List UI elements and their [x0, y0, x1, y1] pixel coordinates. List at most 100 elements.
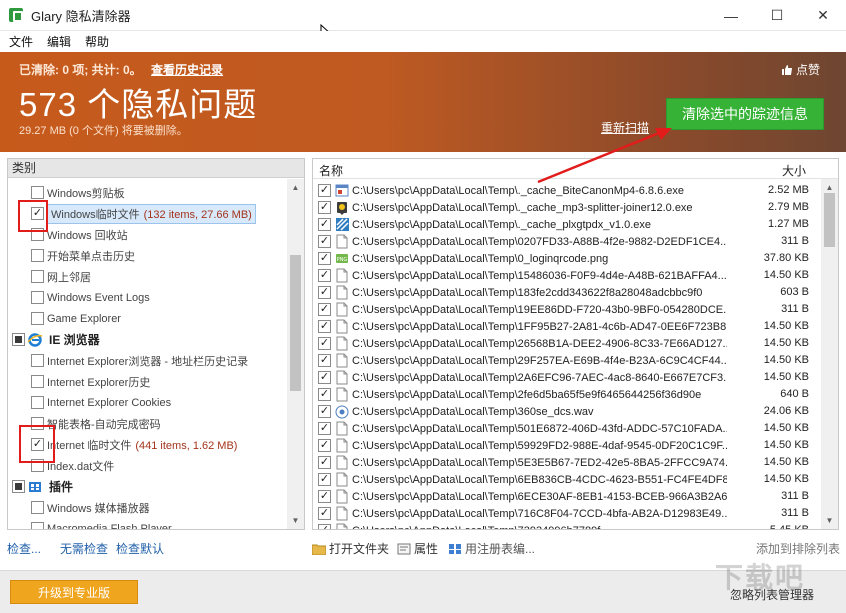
file-row[interactable]: C:\Users\pc\AppData\Local\Temp\2A6EFC96-… — [313, 369, 821, 386]
category-checkbox[interactable] — [31, 270, 44, 283]
scroll-down-icon[interactable]: ▼ — [291, 516, 300, 525]
file-row[interactable]: C:\Users\pc\AppData\Local\Temp\1FF95B27-… — [313, 318, 821, 335]
file-checkbox[interactable] — [318, 269, 331, 282]
rescan-link[interactable]: 重新扫描 — [601, 119, 649, 136]
file-checkbox[interactable] — [318, 184, 331, 197]
file-row[interactable]: C:\Users\pc\AppData\Local\Temp\716C8F04-… — [313, 505, 821, 522]
category-checkbox[interactable] — [31, 312, 44, 325]
category-scroll-thumb[interactable] — [290, 255, 301, 391]
category-item[interactable]: 网上邻居 — [8, 266, 288, 287]
file-row[interactable]: C:\Users\pc\AppData\Local\Temp\5E3E5B67-… — [313, 454, 821, 471]
category-item[interactable]: Internet Explorer Cookies — [8, 392, 288, 413]
maximize-button[interactable]: ☐ — [754, 0, 800, 31]
file-checkbox[interactable] — [318, 286, 331, 299]
close-button[interactable]: ✕ — [800, 0, 846, 31]
no-check-link[interactable]: 无需检查 — [60, 540, 108, 557]
file-path: C:\Users\pc\AppData\Local\Temp\183fe2cdd… — [352, 286, 703, 299]
file-row[interactable]: C:\Users\pc\AppData\Local\Temp\29F257EA-… — [313, 352, 821, 369]
add-to-exclude-link[interactable]: 添加到排除列表 — [756, 540, 840, 557]
category-item[interactable]: Game Explorer — [8, 308, 288, 329]
like-button[interactable]: 点赞 — [781, 61, 820, 78]
category-checkbox[interactable] — [31, 291, 44, 304]
column-name[interactable]: 名称 — [319, 162, 343, 179]
category-checkbox[interactable] — [31, 522, 44, 529]
category-checkbox[interactable] — [12, 480, 25, 493]
menu-file[interactable]: 文件 — [0, 33, 40, 50]
file-row[interactable]: PNG C:\Users\pc\AppData\Local\Temp\0_logi… — [313, 250, 821, 267]
category-item[interactable]: Windows 回收站 — [8, 224, 288, 245]
file-checkbox[interactable] — [318, 201, 331, 214]
file-checkbox[interactable] — [318, 405, 331, 418]
menu-edit[interactable]: 编辑 — [40, 33, 78, 50]
category-item[interactable]: Windows剪贴板 — [8, 182, 288, 203]
category-checkbox[interactable] — [31, 375, 44, 388]
category-checkbox[interactable] — [31, 186, 44, 199]
file-checkbox[interactable] — [318, 473, 331, 486]
file-row[interactable]: C:\Users\pc\AppData\Local\Temp\._cache_p… — [313, 216, 821, 233]
category-group[interactable]: 插件 — [8, 476, 288, 497]
file-file-icon — [336, 506, 348, 521]
category-checkbox[interactable] — [12, 333, 25, 346]
scroll-up-icon[interactable]: ▲ — [291, 183, 300, 192]
file-file-icon — [336, 472, 348, 487]
file-row[interactable]: C:\Users\pc\AppData\Local\Temp\6ECE30AF-… — [313, 488, 821, 505]
file-checkbox[interactable] — [318, 524, 331, 529]
category-item[interactable]: Internet Explorer历史 — [8, 371, 288, 392]
file-checkbox[interactable] — [318, 354, 331, 367]
file-checkbox[interactable] — [318, 371, 331, 384]
file-row[interactable]: C:\Users\pc\AppData\Local\Temp\6EB836CB-… — [313, 471, 821, 488]
file-scroll-thumb[interactable] — [824, 193, 835, 247]
file-file-icon — [336, 421, 348, 436]
scroll-up-icon[interactable]: ▲ — [825, 183, 834, 192]
category-item[interactable]: Internet Explorer浏览器 - 地址栏历史记录 — [8, 350, 288, 371]
file-checkbox[interactable] — [318, 490, 331, 503]
category-scrollbar[interactable]: ▲ ▼ — [287, 179, 304, 529]
category-item[interactable]: Windows临时文件(132 items, 27.66 MB) — [8, 203, 288, 224]
file-row[interactable]: C:\Users\pc\AppData\Local\Temp\360se_dcs… — [313, 403, 821, 420]
file-checkbox[interactable] — [318, 439, 331, 452]
clean-selected-button[interactable]: 清除选中的踪迹信息 — [666, 98, 824, 130]
file-row[interactable]: C:\Users\pc\AppData\Local\Temp\._cache_m… — [313, 199, 821, 216]
file-checkbox[interactable] — [318, 252, 331, 265]
file-row[interactable]: C:\Users\pc\AppData\Local\Temp\59929FD2-… — [313, 437, 821, 454]
category-checkbox[interactable] — [31, 249, 44, 262]
category-item[interactable]: 开始菜单点击历史 — [8, 245, 288, 266]
file-checkbox[interactable] — [318, 320, 331, 333]
check-link[interactable]: 检查... — [7, 540, 41, 557]
properties-button[interactable]: 属性 — [397, 540, 438, 557]
file-row[interactable]: C:\Users\pc\AppData\Local\Temp\15486036-… — [313, 267, 821, 284]
scroll-down-icon[interactable]: ▼ — [825, 516, 834, 525]
category-item[interactable]: Macromedia Flash Player — [8, 518, 288, 529]
file-row[interactable]: C:\Users\pc\AppData\Local\Temp\183fe2cdd… — [313, 284, 821, 301]
column-size[interactable]: 大小 — [782, 162, 806, 179]
category-checkbox[interactable] — [31, 396, 44, 409]
upgrade-pro-button[interactable]: 升级到专业版 — [10, 580, 138, 604]
category-item[interactable]: Windows Event Logs — [8, 287, 288, 308]
minimize-button[interactable]: — — [708, 0, 754, 31]
file-checkbox[interactable] — [318, 218, 331, 231]
file-checkbox[interactable] — [318, 507, 331, 520]
file-row[interactable]: C:\Users\pc\AppData\Local\Temp\._cache_B… — [313, 182, 821, 199]
category-checkbox[interactable] — [31, 354, 44, 367]
file-checkbox[interactable] — [318, 303, 331, 316]
file-checkbox[interactable] — [318, 422, 331, 435]
file-row[interactable]: C:\Users\pc\AppData\Local\Temp\26568B1A-… — [313, 335, 821, 352]
category-checkbox[interactable] — [31, 501, 44, 514]
file-row[interactable]: C:\Users\pc\AppData\Local\Temp\73934996b… — [313, 522, 821, 529]
file-checkbox[interactable] — [318, 337, 331, 350]
file-checkbox[interactable] — [318, 456, 331, 469]
file-checkbox[interactable] — [318, 388, 331, 401]
file-row[interactable]: C:\Users\pc\AppData\Local\Temp\2fe6d5ba6… — [313, 386, 821, 403]
file-checkbox[interactable] — [318, 235, 331, 248]
registry-edit-button[interactable]: 用注册表编... — [448, 540, 535, 557]
open-folder-button[interactable]: 打开文件夹 — [312, 540, 389, 557]
view-history-link[interactable]: 查看历史记录 — [151, 63, 223, 77]
file-row[interactable]: C:\Users\pc\AppData\Local\Temp\0207FD33-… — [313, 233, 821, 250]
check-default-link[interactable]: 检查默认 — [116, 540, 164, 557]
category-item[interactable]: Windows 媒体播放器 — [8, 497, 288, 518]
menu-help[interactable]: 帮助 — [78, 33, 116, 50]
file-row[interactable]: C:\Users\pc\AppData\Local\Temp\501E6872-… — [313, 420, 821, 437]
file-row[interactable]: C:\Users\pc\AppData\Local\Temp\19EE86DD-… — [313, 301, 821, 318]
category-group[interactable]: IE 浏览器 — [8, 329, 288, 350]
file-list-scrollbar[interactable]: ▲ ▼ — [821, 179, 838, 529]
